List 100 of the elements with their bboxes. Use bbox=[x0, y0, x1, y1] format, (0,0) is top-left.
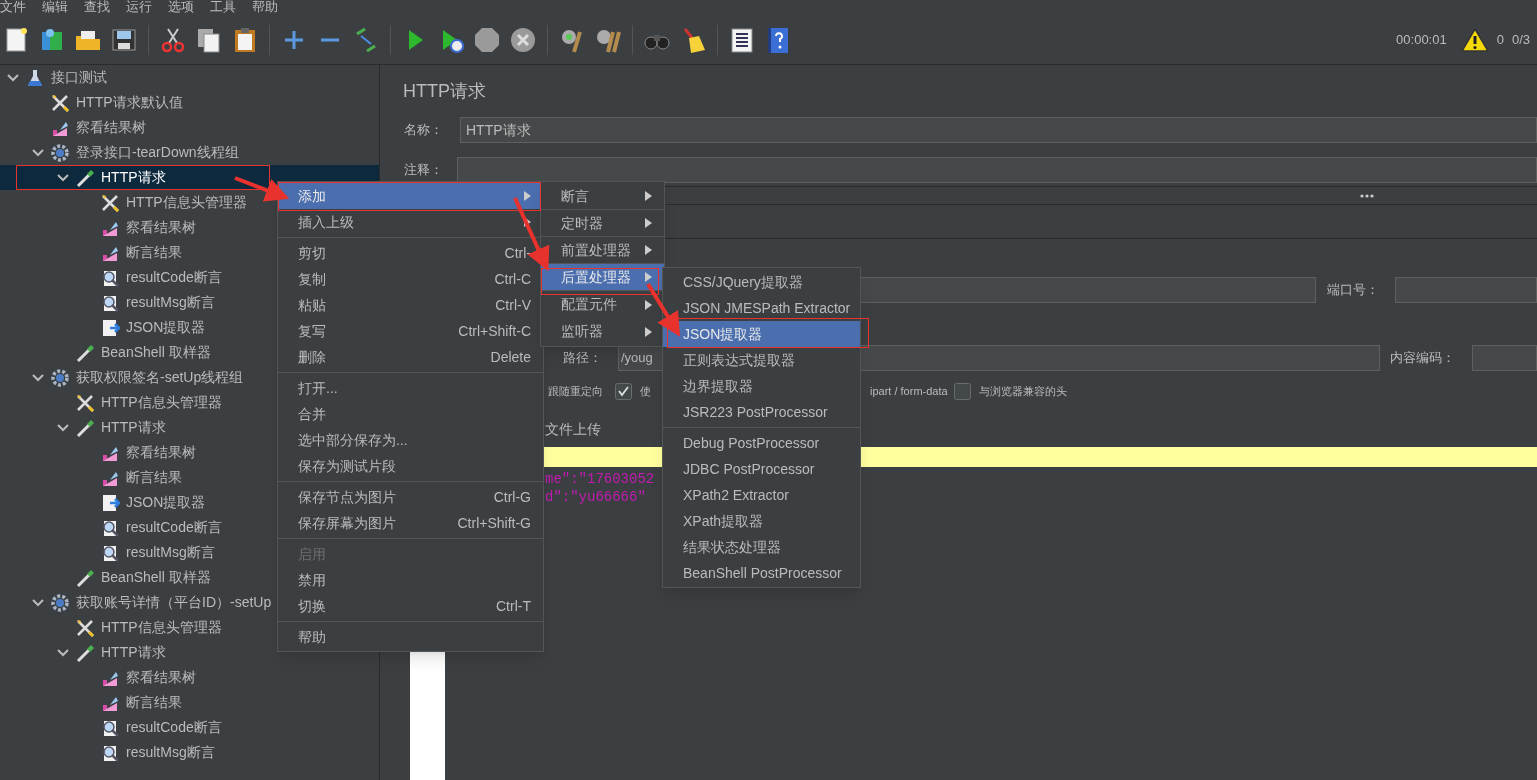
document-arrow-icon bbox=[100, 492, 120, 513]
tree-item[interactable]: resultCode断言 bbox=[126, 517, 222, 538]
pipette-icon bbox=[75, 417, 95, 438]
chevron-down-icon[interactable] bbox=[56, 423, 69, 432]
tree-item[interactable]: HTTP信息头管理器 bbox=[126, 192, 247, 213]
port-field[interactable] bbox=[1395, 277, 1537, 303]
chevron-down-icon[interactable] bbox=[31, 373, 44, 382]
copy-icon[interactable] bbox=[195, 26, 223, 54]
save-icon[interactable] bbox=[110, 26, 138, 54]
menu-item[interactable]: 运行 bbox=[126, 0, 152, 14]
tree-item[interactable]: 接口测试 bbox=[51, 67, 107, 88]
chevron-down-icon[interactable] bbox=[31, 148, 44, 157]
menu-item[interactable]: 切换 Ctrl-T bbox=[278, 593, 543, 619]
chevron-down-icon[interactable] bbox=[56, 173, 69, 182]
tree-item[interactable]: resultMsg断言 bbox=[126, 292, 215, 313]
tree-item[interactable]: 登录接口-tearDown线程组 bbox=[76, 142, 239, 163]
tree-item[interactable]: 察看结果树 bbox=[126, 667, 196, 688]
tree-item[interactable]: HTTP请求 bbox=[101, 417, 166, 438]
tree-item[interactable]: HTTP请求 bbox=[101, 642, 166, 663]
menu-item[interactable]: 保存节点为图片 Ctrl-G bbox=[278, 484, 543, 510]
checkbox-checked[interactable] bbox=[615, 382, 632, 400]
tools-icon bbox=[50, 92, 70, 113]
menu-item[interactable]: 配置元件 bbox=[541, 291, 664, 318]
tree-item[interactable]: 察看结果树 bbox=[126, 217, 196, 238]
tree-item[interactable]: HTTP信息头管理器 bbox=[101, 392, 222, 413]
code-line: d":"yu66666" bbox=[545, 489, 646, 505]
tree-item[interactable]: 察看结果树 bbox=[126, 442, 196, 463]
menu-item[interactable]: 帮助 bbox=[278, 624, 543, 650]
menu-item[interactable]: 选项 bbox=[168, 0, 194, 14]
tree-item[interactable]: BeanShell 取样器 bbox=[101, 342, 211, 363]
chevron-down-icon[interactable] bbox=[6, 73, 19, 82]
menu-item[interactable]: JSON提取器 bbox=[663, 321, 860, 347]
tree-item[interactable]: HTTP请求 bbox=[101, 167, 166, 188]
menu-item[interactable]: JSR223 PostProcessor bbox=[663, 399, 860, 425]
tree-item[interactable]: 断言结果 bbox=[126, 242, 182, 263]
pipette-icon bbox=[75, 567, 95, 588]
tree-item[interactable]: HTTP请求默认值 bbox=[76, 92, 183, 113]
menu-item[interactable]: 边界提取器 bbox=[663, 373, 860, 399]
splitter-handle-icon[interactable] bbox=[1359, 193, 1374, 198]
encoding-field[interactable] bbox=[1472, 345, 1537, 371]
shutdown-icon[interactable] bbox=[509, 26, 537, 54]
menu-item[interactable]: CSS/JQuery提取器 bbox=[663, 269, 860, 295]
menu-item[interactable]: 复写 Ctrl+Shift-C bbox=[278, 318, 543, 344]
gear-icon bbox=[50, 367, 70, 388]
pipette-icon bbox=[75, 642, 95, 663]
menu-item[interactable]: 插入上级 bbox=[278, 209, 543, 235]
menu-item[interactable]: 选中部分保存为... bbox=[278, 427, 543, 453]
menu-item[interactable]: XPath2 Extractor bbox=[663, 482, 860, 508]
chevron-down-icon[interactable] bbox=[31, 598, 44, 607]
comment-field[interactable] bbox=[457, 157, 1537, 183]
tree-item[interactable]: resultMsg断言 bbox=[126, 742, 215, 763]
menu-item[interactable]: 粘贴 Ctrl-V bbox=[278, 292, 543, 318]
option-label: ipart / form-data bbox=[870, 383, 948, 399]
gear-icon bbox=[50, 142, 70, 163]
menu-item[interactable]: 正则表达式提取器 bbox=[663, 347, 860, 373]
menu-item[interactable]: XPath提取器 bbox=[663, 508, 860, 534]
tree-item[interactable]: resultCode断言 bbox=[126, 267, 222, 288]
tree-item[interactable]: JSON提取器 bbox=[126, 492, 206, 513]
tree-item[interactable]: 获取账号详情（平台ID）-setUp bbox=[76, 592, 272, 613]
tree-item[interactable]: JSON提取器 bbox=[126, 317, 206, 338]
menu-item[interactable]: 工具 bbox=[210, 0, 236, 14]
tree-item[interactable]: resultCode断言 bbox=[126, 717, 222, 738]
tree-item[interactable]: 获取权限签名-setUp线程组 bbox=[76, 367, 244, 388]
menu-item[interactable]: BeanShell PostProcessor bbox=[663, 560, 860, 586]
menu-item[interactable]: 定时器 bbox=[541, 210, 664, 237]
menu-item[interactable]: 查找 bbox=[84, 0, 110, 14]
cut-icon[interactable] bbox=[159, 26, 187, 54]
document-arrow-icon bbox=[100, 317, 120, 338]
tree-item[interactable]: 断言结果 bbox=[126, 467, 182, 488]
menu-item[interactable]: JDBC PostProcessor bbox=[663, 456, 860, 482]
menu-item[interactable]: 帮助 bbox=[252, 0, 278, 14]
tools-icon bbox=[75, 617, 95, 638]
menu-item[interactable]: 保存为测试片段 bbox=[278, 453, 543, 479]
tree-item[interactable]: BeanShell 取样器 bbox=[101, 567, 211, 588]
name-field[interactable]: HTTP请求 bbox=[460, 117, 1537, 143]
menu-item[interactable]: 监听器 bbox=[541, 318, 664, 345]
tree-item[interactable]: resultMsg断言 bbox=[126, 542, 215, 563]
menu-item[interactable]: 添加 bbox=[278, 183, 543, 209]
menu-item[interactable]: 断言 bbox=[541, 183, 664, 210]
list-icon[interactable] bbox=[728, 26, 756, 54]
menu-item[interactable]: 打开... bbox=[278, 375, 543, 401]
menu-item[interactable]: 合并 bbox=[278, 401, 543, 427]
menu-item[interactable]: 结果状态处理器 bbox=[663, 534, 860, 560]
tree-item[interactable]: 断言结果 bbox=[126, 692, 182, 713]
menu-item[interactable]: 禁用 bbox=[278, 567, 543, 593]
warning-icon[interactable] bbox=[1460, 27, 1489, 53]
thread-count: 0/3 bbox=[1511, 31, 1530, 50]
menu-item[interactable]: 保存屏幕为图片 Ctrl+Shift-G bbox=[278, 510, 543, 536]
menu-item[interactable]: 复制 Ctrl-C bbox=[278, 266, 543, 292]
menu-item[interactable]: 删除 Delete bbox=[278, 344, 543, 370]
tree-item[interactable]: 察看结果树 bbox=[76, 117, 146, 138]
menu-item[interactable]: Debug PostProcessor bbox=[663, 430, 860, 456]
menu-item[interactable]: 文件 bbox=[0, 0, 26, 14]
menu-item[interactable]: 编辑 bbox=[42, 0, 68, 14]
stop-icon[interactable] bbox=[473, 26, 501, 54]
tree-item[interactable]: HTTP信息头管理器 bbox=[101, 617, 222, 638]
checkbox[interactable] bbox=[953, 382, 971, 400]
chevron-down-icon[interactable] bbox=[56, 648, 69, 657]
menu-item[interactable]: JSON JMESPath Extractor bbox=[663, 295, 860, 321]
error-count: 0 bbox=[1496, 31, 1504, 50]
